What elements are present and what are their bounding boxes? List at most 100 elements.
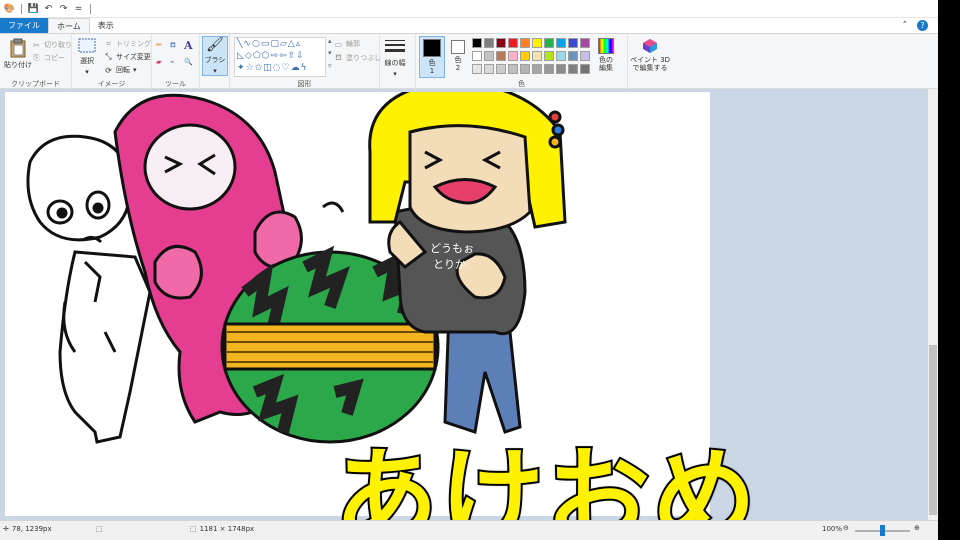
tab-file[interactable]: ファイル: [0, 18, 48, 33]
paint3d-group: ペイント 3D で編集する: [628, 34, 672, 90]
divider: [21, 3, 22, 14]
ribbon: 貼り付け ✂ 切り取り ⎘ コピー クリップボード 選択 ▾ ⌗ トリミング ⤡…: [0, 33, 938, 90]
paste-button[interactable]: 貼り付け: [4, 38, 32, 70]
image-size: ⬚ 1181 × 1748px: [190, 525, 254, 533]
size-button[interactable]: 線の幅 ▾: [384, 38, 406, 78]
zoom-level: 100%: [822, 525, 842, 533]
color-swatch[interactable]: [484, 38, 494, 48]
customize-quick-access-icon[interactable]: =: [73, 3, 84, 14]
undo-icon[interactable]: ↶: [43, 3, 54, 14]
color-swatch[interactable]: [520, 64, 530, 74]
paint3d-button[interactable]: ペイント 3D で編集する: [630, 38, 670, 72]
color-picker-icon[interactable]: ⌁: [170, 58, 174, 66]
copy-button[interactable]: ⎘ コピー: [32, 53, 65, 63]
color-swatch[interactable]: [556, 64, 566, 74]
fill-bucket-icon[interactable]: ⛾: [170, 41, 176, 50]
color1-swatch: [423, 39, 441, 57]
color-swatch[interactable]: [484, 51, 494, 61]
eraser-icon[interactable]: ▰: [156, 58, 161, 66]
color-swatch[interactable]: [556, 51, 566, 61]
color-swatch[interactable]: [472, 51, 482, 61]
collapse-ribbon-icon[interactable]: ˄: [903, 21, 908, 31]
brush-icon: 🖌: [206, 37, 224, 53]
color-swatch[interactable]: [496, 51, 506, 61]
color-swatch[interactable]: [568, 51, 578, 61]
crosshair-icon: ✛: [3, 525, 9, 533]
shapes-scroll[interactable]: ▾: [328, 49, 332, 57]
color-swatch[interactable]: [544, 64, 554, 74]
paint-app-icon[interactable]: 🎨: [4, 3, 15, 14]
cursor-position-value: 78, 1239px: [11, 525, 52, 533]
help-icon[interactable]: ?: [917, 20, 928, 31]
color-swatch[interactable]: [532, 51, 542, 61]
shapes-expand[interactable]: ▿: [328, 62, 332, 70]
color2-button[interactable]: 色 2: [447, 36, 469, 78]
zoom-slider-thumb[interactable]: [880, 525, 885, 536]
magnifier-icon[interactable]: 🔍: [184, 58, 193, 66]
color-swatch[interactable]: [532, 64, 542, 74]
color-wheel-icon: [598, 38, 614, 54]
color-swatch[interactable]: [520, 38, 530, 48]
chevron-down-icon: ▾: [133, 66, 137, 74]
fill-button[interactable]: ⛾ 塗りつぶし: [334, 53, 381, 63]
fill-label: 塗りつぶし: [346, 54, 382, 62]
clipboard-group: 貼り付け ✂ 切り取り ⎘ コピー クリップボード: [0, 34, 72, 90]
crop-button[interactable]: ⌗ トリミング: [104, 39, 151, 49]
vertical-scrollbar[interactable]: [928, 89, 938, 520]
canvas-workspace: どうもぉ とりか あけおめ: [0, 89, 928, 540]
select-icon: [78, 38, 96, 53]
color-swatch[interactable]: [508, 51, 518, 61]
scrollbar-thumb[interactable]: [929, 345, 937, 515]
color-swatch[interactable]: [472, 38, 482, 48]
selection-size: ⬚: [96, 525, 103, 533]
shirt-text: どうもぉ: [430, 242, 474, 255]
color-swatch[interactable]: [520, 51, 530, 61]
color-swatch[interactable]: [568, 64, 578, 74]
text-tool-icon[interactable]: A: [184, 39, 193, 52]
color-swatch[interactable]: [580, 64, 590, 74]
zoom-in-button[interactable]: ⊕: [914, 524, 920, 532]
chevron-down-icon: ▾: [393, 70, 397, 78]
color-swatch[interactable]: [496, 64, 506, 74]
color-swatch[interactable]: [532, 38, 542, 48]
copy-icon: ⎘: [33, 53, 40, 62]
color-swatch[interactable]: [580, 51, 590, 61]
color-swatch[interactable]: [568, 38, 578, 48]
rotate-button[interactable]: ⟳ 回転 ▾: [104, 65, 137, 75]
paste-icon: [10, 38, 26, 58]
resize-button[interactable]: ⤡ サイズ変更: [104, 52, 151, 62]
color-swatch[interactable]: [556, 38, 566, 48]
color1-button[interactable]: 色 1: [419, 36, 445, 78]
shapes-row: ✦☆✩◫◌♡☁ϟ: [237, 63, 308, 73]
color-swatch[interactable]: [496, 38, 506, 48]
color2-label: 色 2: [454, 56, 462, 72]
edit-colors-button[interactable]: 色の 編集: [598, 38, 614, 72]
shapes-group-label: 図形: [297, 80, 312, 88]
outline-button[interactable]: ▭ 輪郭: [334, 39, 360, 49]
select-label: 選択: [80, 57, 94, 65]
select-button[interactable]: 選択 ▾: [78, 38, 96, 76]
color-swatch[interactable]: [508, 38, 518, 48]
chevron-down-icon: ▾: [85, 68, 89, 76]
color-swatch[interactable]: [544, 38, 554, 48]
save-icon[interactable]: 💾: [28, 3, 39, 14]
tab-home[interactable]: ホーム: [48, 18, 90, 33]
pencil-icon[interactable]: ✏: [156, 41, 162, 49]
color-swatch[interactable]: [508, 64, 518, 74]
color-swatch[interactable]: [472, 64, 482, 74]
fill-icon: ⛾: [335, 53, 342, 62]
edit-colors-label: 色の 編集: [599, 56, 613, 72]
tab-view[interactable]: 表示: [90, 18, 122, 33]
color-swatch[interactable]: [484, 64, 494, 74]
copy-label: コピー: [44, 54, 65, 62]
zoom-out-button[interactable]: ⊖: [843, 524, 849, 532]
shapes-scroll[interactable]: ▴: [328, 37, 332, 45]
shapes-gallery[interactable]: ╲∿○▭▢▱△▵ ◺◇⬠⬡⇨⇦⇧⇩ ✦☆✩◫◌♡☁ϟ: [234, 37, 326, 77]
brush-button[interactable]: 🖌 ブラシ ▾: [202, 36, 228, 76]
cursor-position: ✛ 78, 1239px: [3, 525, 52, 533]
color-swatch[interactable]: [544, 51, 554, 61]
color-swatch[interactable]: [580, 38, 590, 48]
cut-button[interactable]: ✂ 切り取り: [32, 40, 72, 50]
paint-window: 🎨 💾 ↶ ↷ = ファイル ホーム 表示 ˄ ? 貼り付け ✂ 切り取り ⎘ …: [0, 0, 938, 540]
redo-icon[interactable]: ↷: [58, 3, 69, 14]
